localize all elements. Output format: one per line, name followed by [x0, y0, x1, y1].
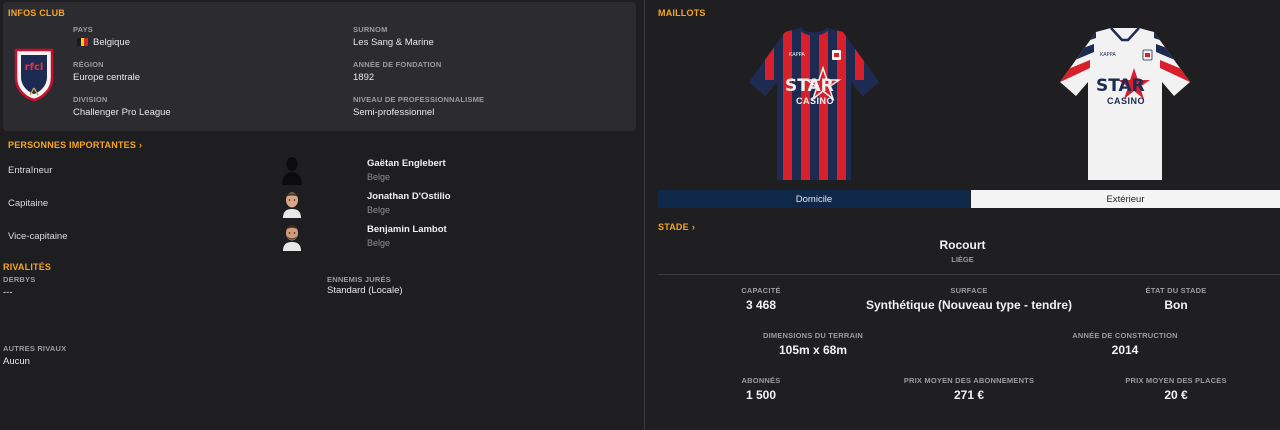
country-value[interactable]: Belgique — [93, 37, 130, 48]
professionalism-value: Semi-professionnel — [353, 107, 435, 118]
kit-maker-text: KAPPA — [789, 52, 805, 58]
person-name[interactable]: Benjamin Lambot — [367, 224, 447, 235]
left-panel: INFOS CLUB rfcl PAYS Belgique SURNOM Les… — [0, 0, 644, 430]
division-label: DIVISION — [73, 95, 108, 104]
condition-label: ÉTAT DU STADE — [1145, 286, 1207, 295]
stadium-title-text: STADE — [658, 222, 689, 232]
nickname-label: SURNOM — [353, 25, 388, 34]
chevron-right-icon: › — [139, 140, 143, 150]
nickname-value: Les Sang & Marine — [353, 37, 434, 48]
home-sponsor-line2: CASINO — [795, 96, 834, 106]
region-value[interactable]: Europe centrale — [73, 72, 140, 83]
surface-label: SURFACE — [950, 286, 988, 295]
away-sponsor-line2: CASINO — [1106, 96, 1145, 106]
role-label: Capitaine — [8, 198, 49, 209]
away-sponsor-line1: STAR — [1096, 76, 1145, 96]
player-photo[interactable] — [279, 221, 305, 251]
surface-value: Synthétique (Nouveau type - tendre) — [865, 298, 1073, 312]
home-kit-image[interactable]: KAPPA STAR CASINO — [745, 24, 883, 184]
home-sponsor-line1: STAR — [785, 76, 834, 96]
person-name[interactable]: Gaëtan Englebert — [367, 158, 446, 169]
built-value: 2014 — [1111, 343, 1139, 357]
person-name[interactable]: Jonathan D'Ostilio — [367, 191, 451, 202]
key-people-title-text: PERSONNES IMPORTANTES — [8, 140, 137, 150]
derbies-value: --- — [3, 287, 13, 298]
kit-maker-text: KAPPA — [1100, 52, 1116, 58]
stadium-title[interactable]: STADE › — [658, 222, 695, 232]
capacity-label: CAPACITÉ — [741, 286, 781, 295]
other-rivals-label: AUTRES RIVAUX — [3, 344, 67, 353]
away-kit-image[interactable]: KAPPA STAR CASINO — [1056, 24, 1194, 184]
professionalism-label: NIVEAU DE PROFESSIONNALISME — [353, 95, 485, 104]
condition-value: Bon — [1164, 298, 1188, 312]
avg-ticket-value: 20 € — [1164, 388, 1188, 402]
crest-text: rfcl — [24, 62, 44, 73]
subscribers-value: 1 500 — [745, 388, 777, 402]
derbies-label: DERBYS — [3, 275, 36, 284]
club-info-title: INFOS CLUB — [8, 8, 65, 18]
tab-home-kit[interactable]: Domicile — [658, 190, 970, 208]
stadium-name: Rocourt — [939, 238, 986, 252]
sworn-enemies-value[interactable]: Standard (Locale) — [327, 285, 403, 296]
rivalries-title: RIVALITÉS — [3, 262, 52, 272]
region-label: RÉGION — [73, 60, 104, 69]
silhouette-icon[interactable] — [279, 155, 305, 185]
key-people-title[interactable]: PERSONNES IMPORTANTES › — [8, 140, 142, 150]
kits-title: MAILLOTS — [658, 8, 706, 18]
dimensions-value: 105m x 68m — [778, 343, 848, 357]
other-rivals-value: Aucun — [3, 356, 30, 367]
subscribers-label: ABONNÉS — [741, 376, 781, 385]
avg-season-ticket-label: PRIX MOYEN DES ABONNEMENTS — [903, 376, 1035, 385]
sworn-enemies-label: ENNEMIS JURÉS — [327, 275, 391, 284]
built-label: ANNÉE DE CONSTRUCTION — [1072, 331, 1178, 340]
player-photo[interactable] — [279, 188, 305, 218]
division-value[interactable]: Challenger Pro League — [73, 107, 171, 118]
founded-label: ANNÉE DE FONDATION — [353, 60, 442, 69]
person-nationality: Belge — [367, 238, 391, 248]
country-label: PAYS — [73, 25, 93, 34]
dimensions-label: DIMENSIONS DU TERRAIN — [762, 331, 864, 340]
chevron-right-icon: › — [691, 222, 696, 232]
capacity-value: 3 468 — [745, 298, 777, 312]
role-label: Entraîneur — [8, 165, 53, 176]
stadium-separator — [658, 274, 1280, 275]
tab-away-kit[interactable]: Extérieur — [971, 190, 1280, 208]
club-crest: rfcl — [12, 48, 56, 102]
avg-ticket-label: PRIX MOYEN DES PLACES — [1125, 376, 1227, 385]
stadium-city: LIÈGE — [951, 255, 974, 264]
founded-value: 1892 — [353, 72, 375, 83]
role-label: Vice-capitaine — [8, 231, 68, 242]
person-nationality: Belge — [367, 205, 391, 215]
belgium-flag-icon — [77, 38, 89, 46]
right-panel: MAILLOTS KAPPA STAR CASINO KAPPA STAR CA… — [645, 0, 1280, 430]
avg-season-ticket-value: 271 € — [953, 388, 985, 402]
person-nationality: Belge — [367, 172, 391, 182]
